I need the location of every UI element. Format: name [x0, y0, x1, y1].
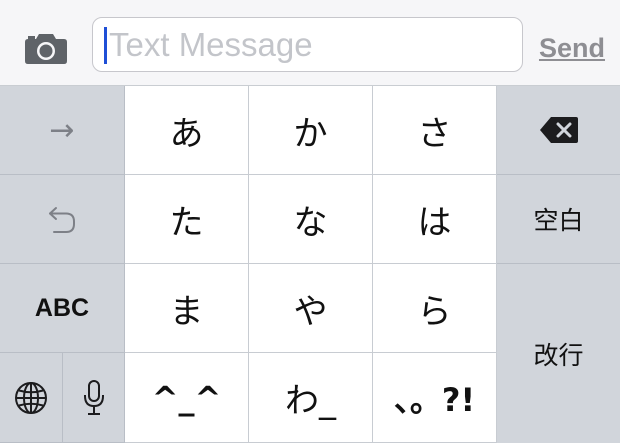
- message-text-field[interactable]: [92, 17, 523, 72]
- next-candidate-key[interactable]: →: [0, 86, 125, 175]
- kana-key-label: は: [417, 202, 452, 243]
- kana-key-ra[interactable]: ら: [373, 264, 497, 353]
- camera-button[interactable]: [23, 30, 69, 66]
- kana-key-wa[interactable]: わ_: [249, 353, 373, 443]
- space-key-label: 空白: [533, 206, 584, 235]
- kana-key-label: ら: [417, 291, 452, 332]
- undo-key[interactable]: [0, 175, 125, 264]
- kana-key-ta[interactable]: た: [125, 175, 249, 264]
- abc-key[interactable]: ABC: [0, 264, 125, 353]
- emoticon-key[interactable]: ^_^: [125, 353, 249, 443]
- microphone-icon: [83, 379, 104, 415]
- message-bar: Send: [0, 0, 620, 86]
- kana-key-label: さ: [417, 113, 452, 154]
- send-button[interactable]: Send: [536, 32, 608, 64]
- kana-key-label: あ: [169, 113, 204, 154]
- punctuation-key[interactable]: 、。?!: [373, 353, 497, 443]
- globe-key[interactable]: [0, 353, 63, 443]
- kana-key-ha[interactable]: は: [373, 175, 497, 264]
- arrow-right-icon: →: [49, 112, 75, 148]
- delete-icon: [539, 117, 578, 143]
- globe-icon: [15, 381, 47, 414]
- japanese-kana-keyboard: → ABC あ か さ た な は ま や ら ^_^ わ_ 、。?! 空白 改…: [0, 86, 620, 443]
- emoticon-key-label: ^_^: [151, 378, 222, 417]
- microphone-key[interactable]: [63, 353, 125, 443]
- undo-icon: [49, 207, 75, 233]
- kana-key-a[interactable]: あ: [125, 86, 249, 175]
- abc-label: ABC: [34, 293, 90, 322]
- kana-key-na[interactable]: な: [249, 175, 373, 264]
- return-key-label: 改行: [533, 340, 584, 370]
- kana-key-label: か: [293, 113, 328, 154]
- delete-key[interactable]: [497, 86, 620, 175]
- message-input[interactable]: [109, 25, 509, 65]
- text-cursor: [104, 27, 107, 64]
- return-key[interactable]: 改行: [497, 264, 620, 443]
- kana-key-label: わ_: [285, 381, 336, 421]
- space-key[interactable]: 空白: [497, 175, 620, 264]
- camera-icon: [25, 34, 67, 64]
- kana-key-ya[interactable]: や: [249, 264, 373, 353]
- punctuation-key-label: 、。?!: [393, 380, 476, 419]
- kana-key-ka[interactable]: か: [249, 86, 373, 175]
- kana-key-ma[interactable]: ま: [125, 264, 249, 353]
- kana-key-label: ま: [169, 291, 204, 332]
- kana-key-label: な: [293, 202, 328, 243]
- kana-key-label: た: [169, 202, 204, 243]
- kana-key-label: や: [293, 291, 328, 332]
- kana-key-sa[interactable]: さ: [373, 86, 497, 175]
